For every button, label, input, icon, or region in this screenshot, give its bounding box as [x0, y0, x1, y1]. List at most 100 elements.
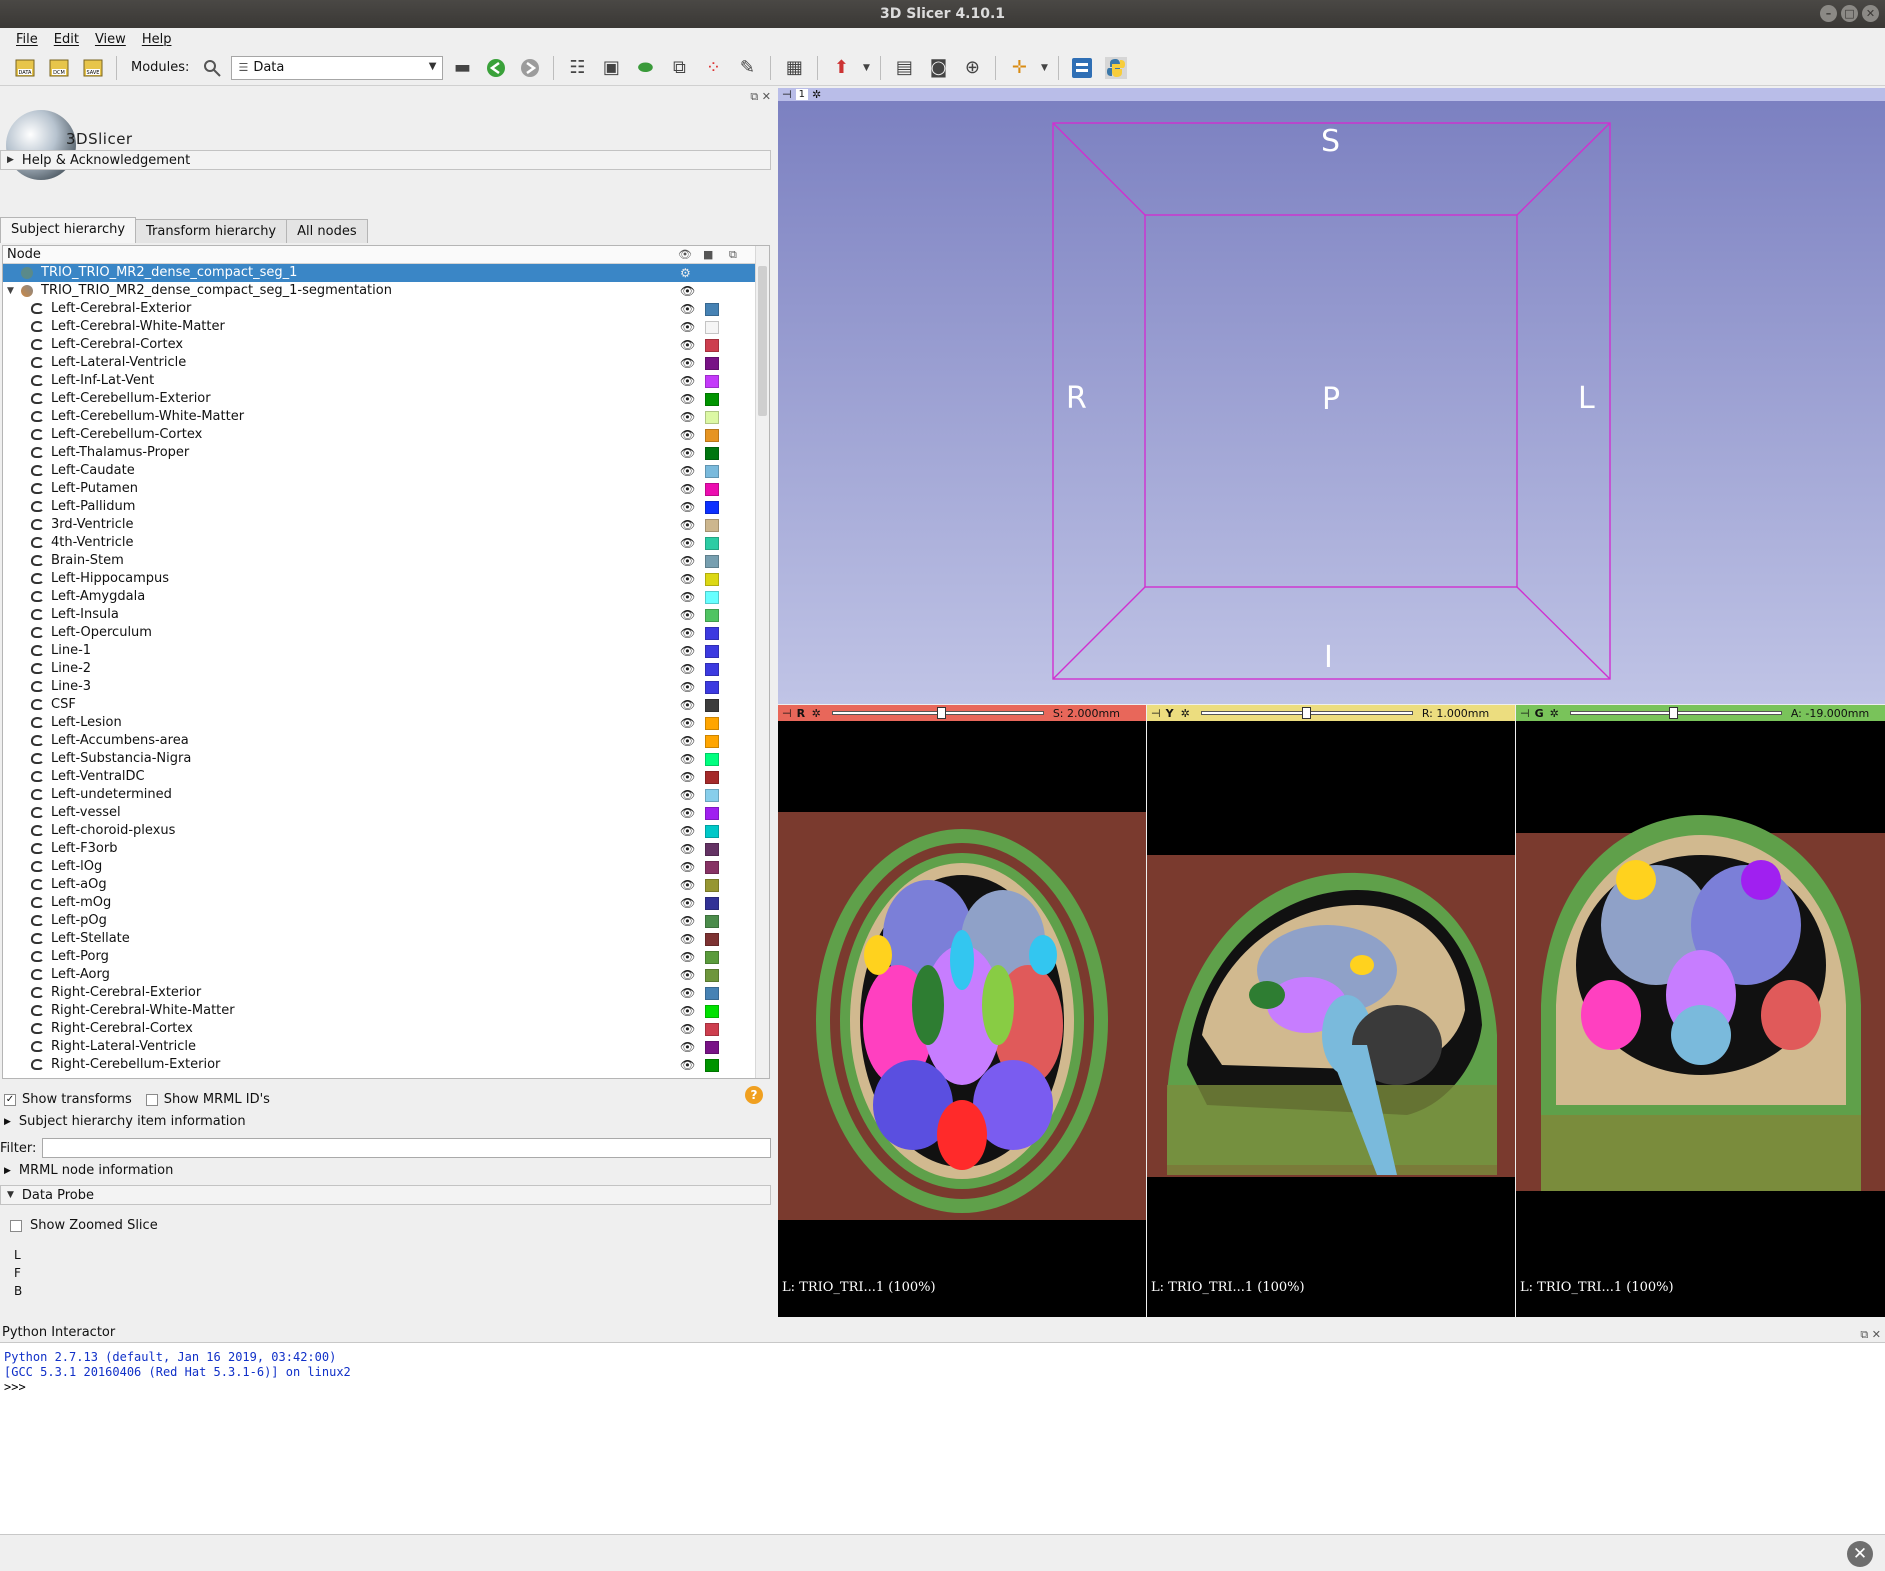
segment-color-swatch[interactable] [705, 825, 719, 838]
python-console-icon[interactable] [1101, 53, 1131, 83]
tree-row-segment[interactable]: Left-Caudate 👁 [3, 462, 769, 480]
close-window-button[interactable]: ✕ [1862, 5, 1879, 22]
tree-row-segment[interactable]: Left-Thalamus-Proper 👁 [3, 444, 769, 462]
segment-color-swatch[interactable] [705, 303, 719, 316]
tree-row-segment[interactable]: 4th-Ventricle 👁 [3, 534, 769, 552]
show-mrml-ids-checkbox[interactable] [145, 1093, 158, 1106]
eye-icon[interactable]: 👁 [680, 966, 695, 984]
segment-color-swatch[interactable] [705, 1005, 719, 1018]
module-search-icon[interactable] [197, 53, 227, 83]
yellow-slice-view[interactable]: ⊣ Y ✲ R: 1.000mm L: TRIO_TRI...1 (100%) [1147, 705, 1515, 1317]
transforms-module-icon[interactable]: ⧉ [664, 53, 694, 83]
tree-row-segment[interactable]: Left-undetermined 👁 [3, 786, 769, 804]
segment-color-swatch[interactable] [705, 447, 719, 460]
node-column-header[interactable]: Node [7, 247, 41, 262]
tree-row-segment[interactable]: Left-Operculum 👁 [3, 624, 769, 642]
red-slice-view[interactable]: ⊣ R ✲ S: 2.000mm L: TRIO_TRI...1 (100%) [778, 705, 1146, 1317]
chevron-down-icon[interactable]: ▼ [1038, 53, 1050, 83]
eye-icon[interactable]: 👁 [680, 894, 695, 912]
eye-icon[interactable]: 👁 [680, 588, 695, 606]
tree-row-segment[interactable]: Left-Stellate 👁 [3, 930, 769, 948]
chevron-down-icon[interactable]: ▼ [860, 53, 872, 83]
eye-icon[interactable]: 👁 [680, 804, 695, 822]
segment-color-swatch[interactable] [705, 663, 719, 676]
tree-row-segment[interactable]: Line-3 👁 [3, 678, 769, 696]
segment-color-swatch[interactable] [705, 987, 719, 1000]
segment-color-swatch[interactable] [705, 1041, 719, 1054]
mouse-mode-icon[interactable]: ⬆ [826, 53, 856, 83]
tree-row-segment[interactable]: Left-Insula 👁 [3, 606, 769, 624]
segment-color-swatch[interactable] [705, 645, 719, 658]
tree-row-segment[interactable]: Left-F3orb 👁 [3, 840, 769, 858]
eye-icon[interactable]: 👁 [680, 858, 695, 876]
tree-row-segment[interactable]: Left-Amygdala 👁 [3, 588, 769, 606]
scrollbar-thumb[interactable] [758, 266, 767, 416]
segment-color-swatch[interactable] [705, 915, 719, 928]
eye-icon[interactable]: 👁 [680, 930, 695, 948]
editor-module-icon[interactable]: ✎ [732, 53, 762, 83]
tree-row-root[interactable]: TRIO_TRIO_MR2_dense_compact_seg_1 ⚙ [3, 264, 769, 282]
forward-arrow-icon[interactable] [515, 53, 545, 83]
segment-color-swatch[interactable] [705, 735, 719, 748]
tree-row-segment[interactable]: Left-Hippocampus 👁 [3, 570, 769, 588]
show-zoomed-checkbox[interactable] [10, 1219, 22, 1232]
eye-icon[interactable]: 👁 [680, 390, 695, 408]
segment-color-swatch[interactable] [705, 591, 719, 604]
tree-row-segment[interactable]: Right-Lateral-Ventricle 👁 [3, 1038, 769, 1056]
tree-row-segmentation[interactable]: ▼ TRIO_TRIO_MR2_dense_compact_seg_1-segm… [3, 282, 769, 300]
eye-icon[interactable]: 👁 [680, 768, 695, 786]
segment-color-swatch[interactable] [705, 1059, 719, 1072]
segment-color-swatch[interactable] [705, 393, 719, 406]
eye-icon[interactable]: 👁 [680, 750, 695, 768]
segment-color-swatch[interactable] [705, 375, 719, 388]
menu-view[interactable]: View [87, 32, 134, 47]
segment-color-swatch[interactable] [705, 771, 719, 784]
eye-icon[interactable]: 👁 [680, 534, 695, 552]
segment-color-swatch[interactable] [705, 555, 719, 568]
eye-icon[interactable]: 👁 [680, 606, 695, 624]
tab-transform-hierarchy[interactable]: Transform hierarchy [135, 219, 288, 243]
error-log-icon[interactable]: ✕ [1847, 1541, 1873, 1567]
visibility-column-icon[interactable]: 👁 [678, 248, 692, 261]
eye-icon[interactable]: 👁 [680, 948, 695, 966]
sh-item-info-section[interactable]: ▶ Subject hierarchy item information [4, 1114, 246, 1129]
eye-icon[interactable]: 👁 [680, 282, 695, 300]
tree-row-segment[interactable]: Line-1 👁 [3, 642, 769, 660]
menu-edit[interactable]: Edit [46, 32, 87, 47]
volumes-module-icon[interactable]: ▣ [596, 53, 626, 83]
maximize-button[interactable]: □ [1841, 5, 1858, 22]
load-data-icon[interactable]: DATA [10, 53, 40, 83]
menu-file[interactable]: File [8, 32, 46, 47]
eye-icon[interactable]: 👁 [680, 408, 695, 426]
eye-icon[interactable]: 👁 [680, 642, 695, 660]
eye-icon[interactable]: 👁 [680, 318, 695, 336]
tree-row-segment[interactable]: Left-Putamen 👁 [3, 480, 769, 498]
python-dock-buttons[interactable]: ⧉ ✕ [1860, 1328, 1881, 1342]
segment-color-swatch[interactable] [705, 465, 719, 478]
transform-column-icon[interactable]: ⧉ [729, 248, 737, 262]
help-acknowledgement-section[interactable]: ▶ Help & Acknowledgement [0, 150, 771, 170]
eye-icon[interactable]: 👁 [680, 462, 695, 480]
eye-icon[interactable]: 👁 [680, 876, 695, 894]
tree-row-segment[interactable]: Left-Cerebellum-Cortex 👁 [3, 426, 769, 444]
dicom-icon[interactable]: DCM [44, 53, 74, 83]
segment-color-swatch[interactable] [705, 843, 719, 856]
segment-color-swatch[interactable] [705, 339, 719, 352]
eye-icon[interactable]: 👁 [680, 786, 695, 804]
tab-subject-hierarchy[interactable]: Subject hierarchy [0, 217, 137, 243]
eye-icon[interactable]: 👁 [680, 912, 695, 930]
eye-icon[interactable]: 👁 [680, 624, 695, 642]
tree-row-segment[interactable]: Left-VentralDC 👁 [3, 768, 769, 786]
eye-icon[interactable]: 👁 [680, 300, 695, 318]
screenshot-icon[interactable]: ▤ [889, 53, 919, 83]
3d-view[interactable]: ⊣ 1 ✲ S R P L I [778, 88, 1885, 704]
eye-icon[interactable]: 👁 [680, 984, 695, 1002]
tree-row-segment[interactable]: Left-pOg 👁 [3, 912, 769, 930]
tree-row-segment[interactable]: Left-Inf-Lat-Vent 👁 [3, 372, 769, 390]
eye-icon[interactable]: 👁 [680, 822, 695, 840]
tree-row-segment[interactable]: Left-Aorg 👁 [3, 966, 769, 984]
tree-row-segment[interactable]: Left-mOg 👁 [3, 894, 769, 912]
minimize-button[interactable]: – [1820, 5, 1837, 22]
panel-dock-buttons[interactable]: ⧉ ✕ [750, 90, 771, 104]
filter-input[interactable] [42, 1138, 771, 1158]
